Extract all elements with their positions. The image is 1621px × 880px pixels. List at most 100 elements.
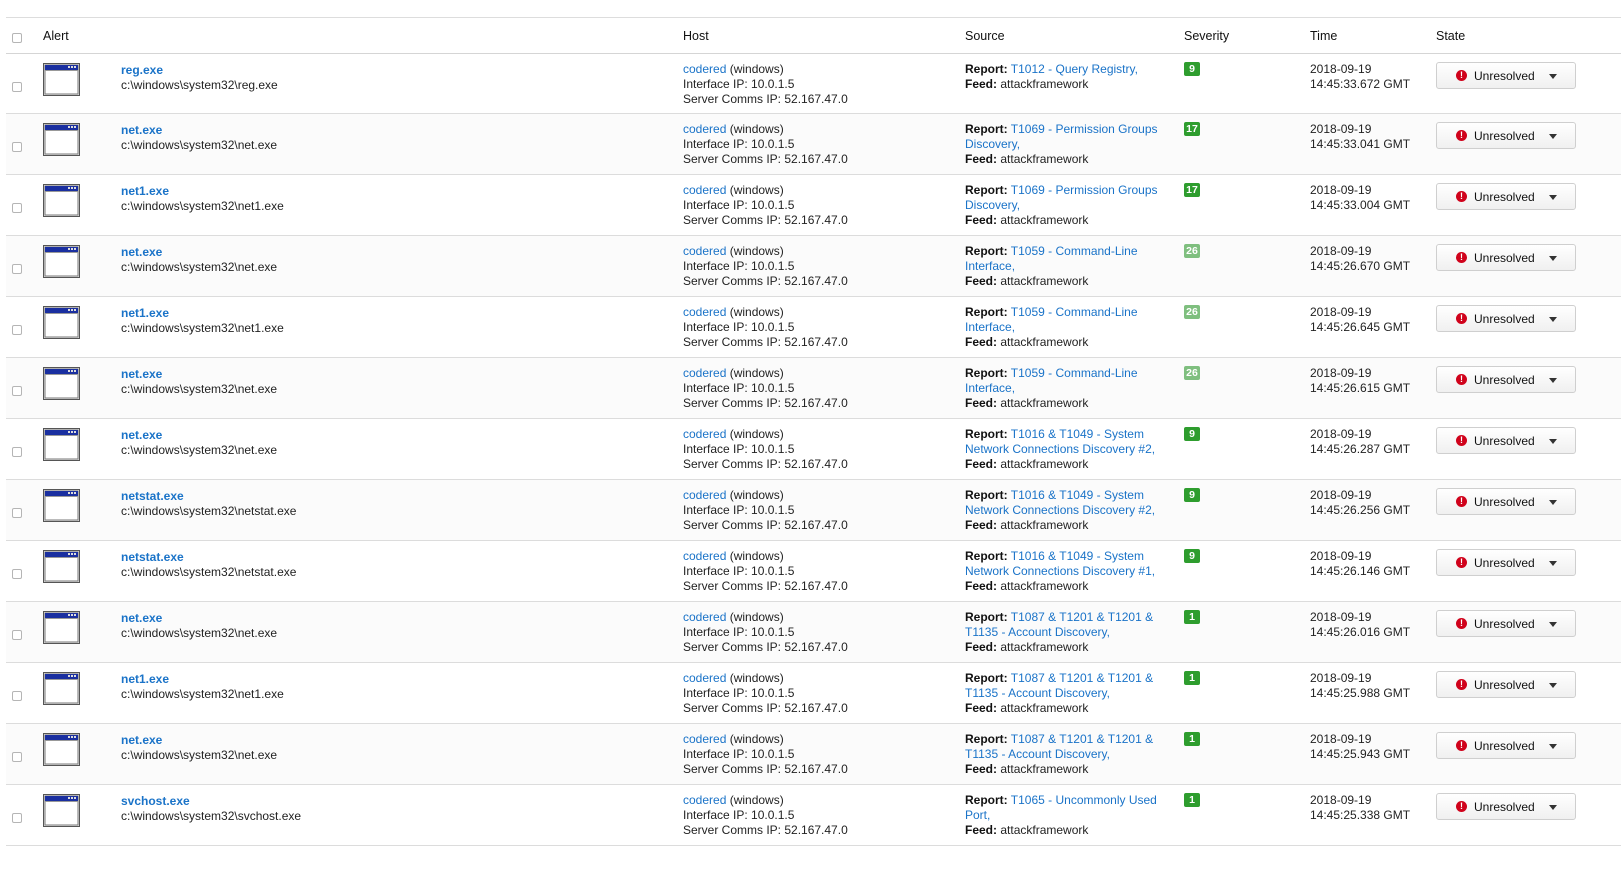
caret-down-icon[interactable] bbox=[1549, 683, 1557, 688]
row-checkbox[interactable] bbox=[12, 325, 22, 335]
header-alert[interactable]: Alert bbox=[43, 29, 69, 43]
row-checkbox[interactable] bbox=[12, 813, 22, 823]
row-checkbox[interactable] bbox=[12, 142, 22, 152]
alert-process-link[interactable]: netstat.exe bbox=[121, 489, 184, 503]
header-state[interactable]: State bbox=[1436, 29, 1465, 43]
caret-down-icon[interactable] bbox=[1549, 74, 1557, 79]
alert-process-link[interactable]: net.exe bbox=[121, 123, 162, 137]
host-link[interactable]: codered bbox=[683, 610, 726, 624]
caret-down-icon[interactable] bbox=[1549, 500, 1557, 505]
state-dropdown[interactable]: ! Unresolved bbox=[1436, 122, 1576, 149]
alert-process-link[interactable]: net.exe bbox=[121, 245, 162, 259]
alert-process-link[interactable]: net.exe bbox=[121, 367, 162, 381]
alert-process-link[interactable]: net1.exe bbox=[121, 672, 169, 686]
header-source[interactable]: Source bbox=[965, 29, 1005, 43]
caret-down-icon[interactable] bbox=[1549, 805, 1557, 810]
row-checkbox[interactable] bbox=[12, 386, 22, 396]
state-dropdown[interactable]: ! Unresolved bbox=[1436, 610, 1576, 637]
report-link-continued[interactable]: Interface, bbox=[965, 381, 1170, 396]
select-all-checkbox[interactable] bbox=[12, 33, 22, 43]
row-checkbox[interactable] bbox=[12, 264, 22, 274]
alert-process-link[interactable]: netstat.exe bbox=[121, 550, 184, 564]
row-checkbox[interactable] bbox=[12, 447, 22, 457]
report-link[interactable]: T1016 & T1049 - System bbox=[1011, 427, 1144, 441]
report-link-continued[interactable]: Port, bbox=[965, 808, 1170, 823]
row-checkbox[interactable] bbox=[12, 691, 22, 701]
report-link-continued[interactable]: Interface, bbox=[965, 259, 1170, 274]
alert-process-link[interactable]: net.exe bbox=[121, 733, 162, 747]
report-link-continued[interactable]: Network Connections Discovery #2, bbox=[965, 503, 1170, 518]
host-link[interactable]: codered bbox=[683, 671, 726, 685]
state-dropdown[interactable]: ! Unresolved bbox=[1436, 549, 1576, 576]
host-link[interactable]: codered bbox=[683, 427, 726, 441]
alert-process-link[interactable]: net1.exe bbox=[121, 184, 169, 198]
alert-process-link[interactable]: reg.exe bbox=[121, 63, 163, 77]
header-host[interactable]: Host bbox=[683, 29, 709, 43]
report-link[interactable]: T1059 - Command-Line bbox=[1011, 244, 1138, 258]
state-dropdown[interactable]: ! Unresolved bbox=[1436, 793, 1576, 820]
report-link-continued[interactable]: Network Connections Discovery #2, bbox=[965, 442, 1170, 457]
caret-down-icon[interactable] bbox=[1549, 439, 1557, 444]
report-link[interactable]: T1065 - Uncommonly Used bbox=[1011, 793, 1157, 807]
caret-down-icon[interactable] bbox=[1549, 256, 1557, 261]
host-link[interactable]: codered bbox=[683, 549, 726, 563]
alert-process-link[interactable]: net1.exe bbox=[121, 306, 169, 320]
report-link[interactable]: T1087 & T1201 & T1201 & bbox=[1011, 610, 1153, 624]
state-dropdown[interactable]: ! Unresolved bbox=[1436, 732, 1576, 759]
state-dropdown[interactable]: ! Unresolved bbox=[1436, 427, 1576, 454]
report-link[interactable]: T1087 & T1201 & T1201 & bbox=[1011, 671, 1153, 685]
caret-down-icon[interactable] bbox=[1549, 195, 1557, 200]
host-link[interactable]: codered bbox=[683, 244, 726, 258]
state-dropdown[interactable]: ! Unresolved bbox=[1436, 366, 1576, 393]
host-link[interactable]: codered bbox=[683, 793, 726, 807]
row-checkbox[interactable] bbox=[12, 82, 22, 92]
report-label: Report: bbox=[965, 305, 1008, 319]
alert-process-link[interactable]: net.exe bbox=[121, 611, 162, 625]
report-link[interactable]: T1012 - Query Registry, bbox=[1011, 62, 1138, 76]
report-link-continued[interactable]: Network Connections Discovery #1, bbox=[965, 564, 1170, 579]
report-link[interactable]: T1016 & T1049 - System bbox=[1011, 549, 1144, 563]
host-link[interactable]: codered bbox=[683, 183, 726, 197]
report-link[interactable]: T1069 - Permission Groups bbox=[1011, 122, 1158, 136]
report-link-continued[interactable]: Discovery, bbox=[965, 198, 1170, 213]
row-checkbox[interactable] bbox=[12, 752, 22, 762]
host-cell: codered (windows) Interface IP: 10.0.1.5… bbox=[683, 305, 848, 350]
state-dropdown[interactable]: ! Unresolved bbox=[1436, 244, 1576, 271]
header-severity[interactable]: Severity bbox=[1184, 29, 1229, 43]
host-link[interactable]: codered bbox=[683, 488, 726, 502]
report-link[interactable]: T1087 & T1201 & T1201 & bbox=[1011, 732, 1153, 746]
state-dropdown[interactable]: ! Unresolved bbox=[1436, 305, 1576, 332]
report-link-continued[interactable]: Interface, bbox=[965, 320, 1170, 335]
host-link[interactable]: codered bbox=[683, 122, 726, 136]
report-link[interactable]: T1059 - Command-Line bbox=[1011, 305, 1138, 319]
caret-down-icon[interactable] bbox=[1549, 134, 1557, 139]
host-link[interactable]: codered bbox=[683, 732, 726, 746]
row-checkbox[interactable] bbox=[12, 203, 22, 213]
state-dropdown[interactable]: ! Unresolved bbox=[1436, 62, 1576, 89]
caret-down-icon[interactable] bbox=[1549, 561, 1557, 566]
report-link-continued[interactable]: T1135 - Account Discovery, bbox=[965, 747, 1170, 762]
report-link-continued[interactable]: T1135 - Account Discovery, bbox=[965, 625, 1170, 640]
header-time[interactable]: Time bbox=[1310, 29, 1337, 43]
caret-down-icon[interactable] bbox=[1549, 317, 1557, 322]
row-checkbox[interactable] bbox=[12, 569, 22, 579]
report-link[interactable]: T1059 - Command-Line bbox=[1011, 366, 1138, 380]
host-link[interactable]: codered bbox=[683, 62, 726, 76]
row-checkbox[interactable] bbox=[12, 630, 22, 640]
report-link-continued[interactable]: Discovery, bbox=[965, 137, 1170, 152]
caret-down-icon[interactable] bbox=[1549, 378, 1557, 383]
host-link[interactable]: codered bbox=[683, 305, 726, 319]
alert-process-link[interactable]: svchost.exe bbox=[121, 794, 190, 808]
state-dropdown[interactable]: ! Unresolved bbox=[1436, 488, 1576, 515]
state-dropdown[interactable]: ! Unresolved bbox=[1436, 671, 1576, 698]
host-link[interactable]: codered bbox=[683, 366, 726, 380]
state-dropdown[interactable]: ! Unresolved bbox=[1436, 183, 1576, 210]
report-label: Report: bbox=[965, 427, 1008, 441]
caret-down-icon[interactable] bbox=[1549, 622, 1557, 627]
report-link-continued[interactable]: T1135 - Account Discovery, bbox=[965, 686, 1170, 701]
row-checkbox[interactable] bbox=[12, 508, 22, 518]
caret-down-icon[interactable] bbox=[1549, 744, 1557, 749]
alert-process-link[interactable]: net.exe bbox=[121, 428, 162, 442]
report-link[interactable]: T1016 & T1049 - System bbox=[1011, 488, 1144, 502]
report-link[interactable]: T1069 - Permission Groups bbox=[1011, 183, 1158, 197]
